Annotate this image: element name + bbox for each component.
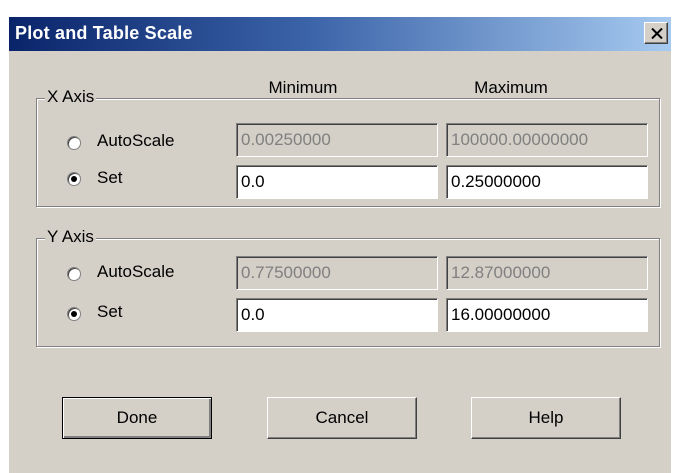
x-autoscale-radio[interactable] [67, 136, 81, 150]
dialog-window: Plot and Table Scale Minimum Maximum X A… [8, 16, 671, 473]
radio-selected-dot [71, 176, 77, 182]
y-set-label[interactable]: Set [97, 302, 123, 322]
x-set-label[interactable]: Set [97, 168, 123, 188]
y-autoscale-label[interactable]: AutoScale [97, 262, 175, 282]
close-button[interactable] [644, 22, 668, 44]
y-set-max-field[interactable] [446, 298, 648, 332]
x-autoscale-max-field [446, 123, 648, 157]
y-autoscale-radio[interactable] [67, 267, 81, 281]
radio-selected-dot [71, 311, 77, 317]
minimum-column-header: Minimum [268, 78, 338, 97]
y-autoscale-min-field [236, 256, 438, 290]
maximum-column-header: Maximum [474, 78, 548, 97]
close-icon [651, 28, 663, 39]
x-axis-group-label: X Axis [45, 87, 97, 107]
y-axis-group-label: Y Axis [45, 227, 96, 247]
y-set-min-field[interactable] [236, 298, 438, 332]
x-set-max-field[interactable] [446, 165, 648, 199]
y-set-radio[interactable] [67, 307, 81, 321]
x-set-min-field[interactable] [236, 165, 438, 199]
x-autoscale-min-field [236, 123, 438, 157]
window-title: Plot and Table Scale [15, 23, 193, 43]
title-bar[interactable]: Plot and Table Scale [9, 17, 671, 51]
cancel-button[interactable]: Cancel [267, 397, 417, 439]
y-autoscale-max-field [446, 256, 648, 290]
x-autoscale-label[interactable]: AutoScale [97, 131, 175, 151]
x-set-radio[interactable] [67, 172, 81, 186]
help-button[interactable]: Help [471, 397, 621, 439]
done-button[interactable]: Done [62, 397, 212, 439]
